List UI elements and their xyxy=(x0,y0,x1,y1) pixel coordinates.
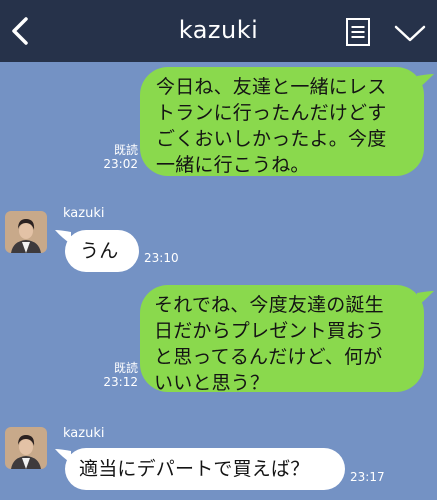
bubble-tail xyxy=(417,74,434,90)
message-text: 適当にデパートで買えば？ xyxy=(79,458,310,480)
avatar-image xyxy=(5,211,47,253)
chat-header: kazuki xyxy=(0,0,437,62)
sender-name: kazuki xyxy=(63,206,105,221)
read-receipt: 既読 xyxy=(113,143,138,157)
received-message-bubble[interactable]: うん xyxy=(65,230,139,272)
message-time: 23:17 xyxy=(350,470,385,484)
notes-button[interactable] xyxy=(344,17,372,47)
received-message-bubble[interactable]: 適当にデパートで買えば？ xyxy=(65,448,345,490)
chevron-down-icon xyxy=(394,25,426,42)
avatar-image xyxy=(5,427,47,469)
notes-icon xyxy=(346,18,370,46)
message-text: それでね、今度友達の誕生 日だからプレゼント買おう と思ってるんだけど、何が い… xyxy=(154,294,385,394)
message-text: うん xyxy=(80,240,119,262)
avatar[interactable] xyxy=(5,427,47,469)
read-receipt: 既読 xyxy=(113,361,138,375)
sent-message-bubble[interactable]: それでね、今度友達の誕生 日だからプレゼント買おう と思ってるんだけど、何が い… xyxy=(140,285,424,394)
avatar[interactable] xyxy=(5,211,47,253)
message-meta: 既読 23:12 xyxy=(92,361,138,389)
message-text: 今日ね、友達と一緒にレス トランに行ったんだけどす ごくおいしかったよ。今度 一… xyxy=(156,76,387,176)
message-meta: 既読 23:02 xyxy=(92,143,138,171)
bubble-tail xyxy=(417,291,434,307)
message-time: 23:02 xyxy=(103,157,138,171)
sender-name: kazuki xyxy=(63,426,105,441)
sent-message-bubble[interactable]: 今日ね、友達と一緒にレス トランに行ったんだけどす ごくおいしかったよ。今度 一… xyxy=(140,67,424,176)
message-time: 23:10 xyxy=(144,251,179,265)
menu-button[interactable] xyxy=(393,22,427,44)
message-time: 23:12 xyxy=(103,375,138,389)
